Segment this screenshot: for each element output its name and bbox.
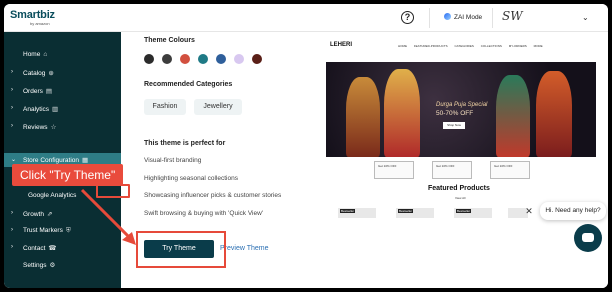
try-theme-highlight — [136, 231, 226, 268]
app-window: Smartbiz by amazon ? ZAI Mode SW ⌄ Home ⌂… — [4, 4, 608, 288]
annotation-arrow — [80, 188, 136, 245]
